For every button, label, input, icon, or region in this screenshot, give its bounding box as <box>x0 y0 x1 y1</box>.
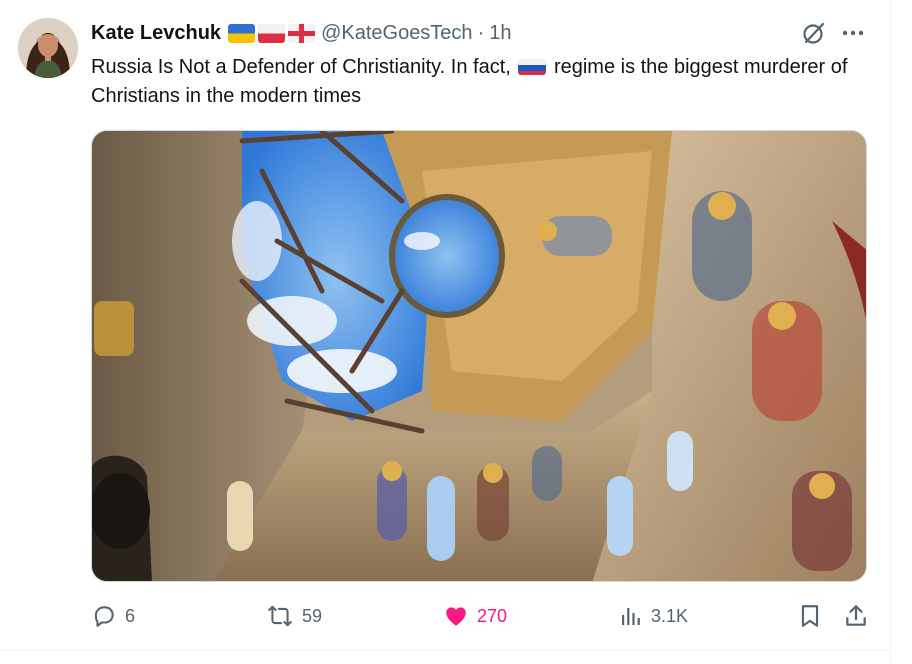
views-icon <box>622 608 640 625</box>
church-dome-photo <box>92 131 866 581</box>
separator-dot: · <box>477 21 485 44</box>
author-handle[interactable]: @KateGoesTech <box>321 22 473 45</box>
share-icon <box>846 605 866 626</box>
more-icon[interactable] <box>840 20 866 46</box>
author-name[interactable]: Kate Levchuk <box>91 22 221 45</box>
reply-count: 6 <box>125 605 136 626</box>
ukraine-flag-icon <box>228 23 256 43</box>
repost-icon <box>268 605 292 627</box>
tweet-text: Russia Is Not a Defender of Christianity… <box>91 53 861 111</box>
repost-count: 59 <box>302 605 323 626</box>
tweet-header: Kate Levchuk @KateGoesTech · 1h <box>91 20 511 46</box>
bookmark-icon <box>801 605 819 627</box>
author-flags <box>228 23 316 43</box>
tweet-actions: 6 59 270 3.1K <box>91 600 871 632</box>
reply-icon <box>94 606 114 627</box>
avatar[interactable] <box>18 18 78 78</box>
russia-flag-icon <box>518 57 547 75</box>
heart-icon <box>446 607 466 626</box>
england-flag-icon <box>288 23 316 43</box>
like-count: 270 <box>477 605 508 626</box>
repost-button[interactable]: 59 <box>266 600 322 632</box>
views-count: 3.1K <box>651 605 689 626</box>
tweet-divider <box>0 650 890 651</box>
tweet-media-image[interactable] <box>91 130 867 582</box>
share-button[interactable] <box>843 600 869 632</box>
avatar-image <box>18 18 78 78</box>
poland-flag-icon <box>258 23 286 43</box>
grok-icon[interactable] <box>801 20 827 46</box>
column-border <box>890 0 891 664</box>
like-button[interactable]: 270 <box>443 600 507 632</box>
views-button[interactable]: 3.1K <box>619 600 688 632</box>
tweet-text-part1: Russia Is Not a Defender of Christianity… <box>91 56 511 78</box>
bookmark-button[interactable] <box>797 600 823 632</box>
reply-button[interactable]: 6 <box>91 600 135 632</box>
timestamp[interactable]: 1h <box>489 22 511 45</box>
